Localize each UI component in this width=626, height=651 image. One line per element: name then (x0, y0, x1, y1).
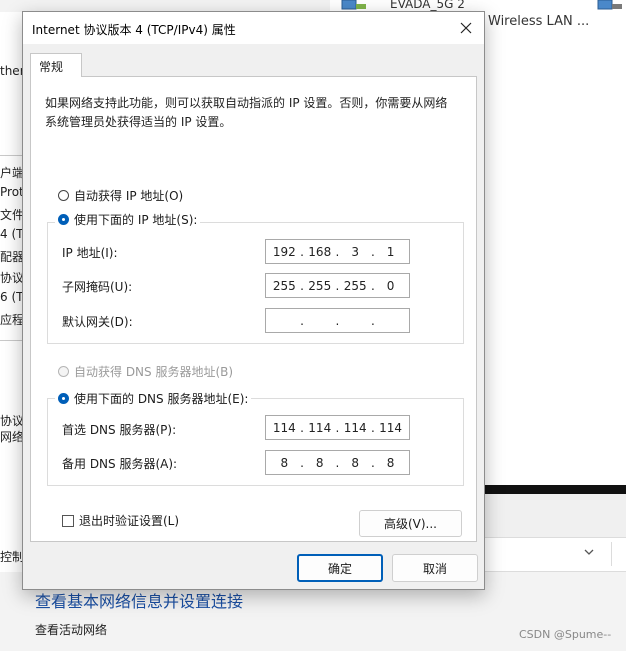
left-fragment: 控制 (0, 550, 22, 564)
auto-ip-label: 自动获得 IP 地址(O) (74, 189, 184, 203)
divider (611, 542, 612, 566)
subnet-mask-label: 子网掩码(U): (62, 280, 133, 294)
left-fragment: Prot (0, 185, 22, 199)
left-fragment: 配器 (0, 250, 22, 264)
default-gateway-input[interactable]: . . . (265, 308, 410, 333)
alternate-dns-label: 备用 DNS 服务器(A): (62, 457, 178, 471)
manual-dns-radio[interactable]: 使用下面的 DNS 服务器地址(E): (55, 390, 252, 407)
validate-on-exit-label: 退出时验证设置(L) (79, 514, 180, 528)
network-adapter-icon (596, 0, 626, 12)
chevron-down-icon[interactable] (583, 546, 595, 561)
alternate-dns-input[interactable]: 8. 8. 8. 8 (265, 450, 410, 475)
left-fragment: 应程 (0, 313, 22, 327)
radio-indicator (58, 393, 69, 404)
radio-indicator (58, 366, 69, 377)
left-fragment: therı (0, 64, 22, 78)
manual-ip-label: 使用下面的 IP 地址(S): (74, 213, 198, 227)
subnet-mask-input[interactable]: 255. 255. 255. 0 (265, 273, 410, 298)
background-black-bar (485, 485, 626, 494)
watermark: CSDN @Spume-- (519, 628, 612, 641)
ip-address-input[interactable]: 192. 168. 3. 1 (265, 239, 410, 264)
network-name-1[interactable]: EVADA_5G 2 (390, 0, 465, 11)
manual-ip-radio[interactable]: 使用下面的 IP 地址(S): (55, 211, 201, 228)
ok-button[interactable]: 确定 (297, 554, 383, 582)
close-button[interactable] (451, 15, 481, 41)
radio-indicator (58, 190, 69, 201)
auto-dns-radio[interactable]: 自动获得 DNS 服务器地址(B) (58, 363, 233, 380)
control-panel-subheading: 查看活动网络 (35, 623, 108, 637)
tab-strip (23, 44, 484, 76)
left-fragment: 4 (T (0, 227, 22, 241)
divider (0, 155, 22, 156)
left-fragment: 协议 (0, 414, 22, 428)
left-fragment: 文件 (0, 208, 22, 222)
manual-dns-label: 使用下面的 DNS 服务器地址(E): (74, 392, 249, 406)
ip-address-label: IP 地址(I): (62, 246, 118, 260)
title-bar[interactable]: Internet 协议版本 4 (TCP/IPv4) 属性 (23, 12, 484, 44)
cancel-button[interactable]: 取消 (392, 554, 478, 582)
default-gateway-label: 默认网关(D): (62, 315, 133, 329)
ipv4-properties-dialog: Internet 协议版本 4 (TCP/IPv4) 属性 常规 如果网络支持此… (22, 11, 485, 590)
search-strip[interactable] (485, 537, 626, 572)
left-fragment: 网络, (0, 430, 22, 444)
general-tab-panel: 如果网络支持此功能，则可以获取自动指派的 IP 设置。否则，你需要从网络系统管理… (30, 76, 477, 542)
control-panel-heading[interactable]: 查看基本网络信息并设置连接 (35, 588, 243, 612)
advanced-button[interactable]: 高级(V)... (359, 510, 462, 537)
description-text: 如果网络支持此功能，则可以获取自动指派的 IP 设置。否则，你需要从网络系统管理… (45, 96, 448, 129)
left-fragment: 协议 (0, 271, 22, 285)
auto-ip-radio[interactable]: 自动获得 IP 地址(O) (58, 187, 183, 204)
radio-indicator (58, 214, 69, 225)
divider (0, 340, 22, 341)
close-icon (460, 22, 472, 34)
left-fragment: 6 (T (0, 290, 22, 304)
left-fragment: 户端 (0, 166, 22, 180)
tab-general[interactable]: 常规 (30, 53, 82, 77)
validate-on-exit-checkbox[interactable]: 退出时验证设置(L) (62, 512, 179, 529)
network-name-2[interactable]: Wireless LAN ... (488, 14, 589, 29)
preferred-dns-input[interactable]: 114. 114. 114. 114 (265, 415, 410, 440)
preferred-dns-label: 首选 DNS 服务器(P): (62, 423, 177, 437)
auto-dns-label: 自动获得 DNS 服务器地址(B) (74, 365, 234, 379)
dialog-title: Internet 协议版本 4 (TCP/IPv4) 属性 (32, 23, 236, 37)
checkbox-indicator (62, 514, 74, 527)
